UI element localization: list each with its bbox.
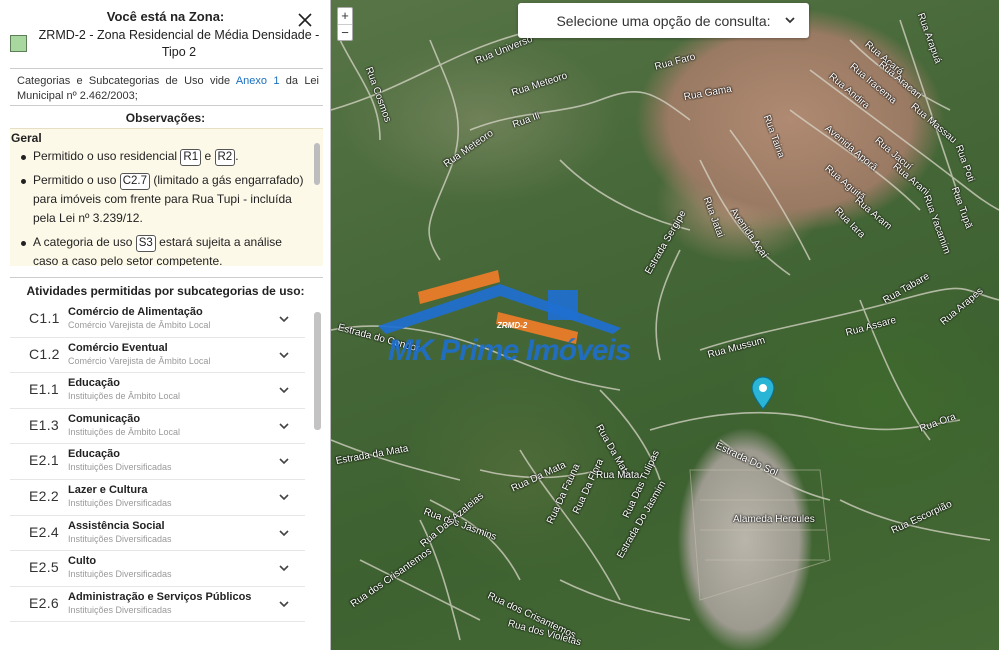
watermark-text: MK Prime Imóveis xyxy=(388,334,631,367)
observations-box[interactable]: Geral Permitido o uso residencial R1 e R… xyxy=(10,128,323,266)
observation-text: e xyxy=(204,149,212,163)
activity-name: Educação xyxy=(68,448,120,461)
chevron-down-icon[interactable] xyxy=(278,315,290,324)
activity-name: Educação xyxy=(68,377,120,390)
activity-code: E2.4 xyxy=(29,523,59,540)
activity-name: Culto xyxy=(68,555,97,568)
activity-code: E2.2 xyxy=(29,487,59,504)
categories-note: Categorias e Subcategorias de Uso vide A… xyxy=(17,74,319,104)
activities-scrollbar[interactable] xyxy=(314,310,321,635)
observations-title: Observações: xyxy=(125,111,206,125)
activity-name: Comércio Eventual xyxy=(68,341,168,354)
activity-code: E1.3 xyxy=(29,416,59,433)
activity-row[interactable]: E2.5 Culto Instituições Diversificadas xyxy=(10,551,305,587)
chevron-down-icon[interactable] xyxy=(278,422,290,431)
observation-text: A categoria de uso xyxy=(33,235,133,249)
activity-subcategory: Instituições de Âmbito Local xyxy=(68,426,181,437)
activity-code: E2.6 xyxy=(29,594,59,611)
use-category-chip: S3 xyxy=(135,235,156,252)
activity-row[interactable]: E2.4 Assistência Social Instituições Diver… xyxy=(10,516,305,552)
close-icon[interactable] xyxy=(297,12,313,28)
activity-row[interactable]: E1.3 Comunicação Instituições de Âmbito Lo… xyxy=(10,409,305,445)
observations-group-title: Geral xyxy=(11,131,42,145)
zone-title: Você está na Zona: xyxy=(106,9,225,24)
activity-row[interactable]: E2.1 Educação Instituições Diversificadas xyxy=(10,444,305,480)
divider xyxy=(10,277,323,278)
chevron-down-icon[interactable] xyxy=(278,564,290,573)
chevron-down-icon[interactable] xyxy=(278,600,290,609)
activity-name: Lazer e Cultura xyxy=(68,483,148,496)
use-category-chip: C2.7 xyxy=(119,173,151,190)
observations-list: Permitido o uso residencial R1 e R2. Per… xyxy=(20,147,310,266)
chevron-down-icon[interactable] xyxy=(278,529,290,538)
activity-row[interactable]: C1.1 Comércio de Alimentação Comércio Vare… xyxy=(10,302,305,338)
observation-text: Permitido o uso residencial xyxy=(33,149,178,163)
observation-item: Permitido o uso residencial R1 e R2. xyxy=(20,147,310,166)
activity-code: E2.5 xyxy=(29,559,59,576)
location-pin-icon[interactable] xyxy=(751,376,775,410)
activity-row[interactable]: C1.2 Comércio Eventual Comércio Varejista … xyxy=(10,338,305,374)
observation-item: A categoria de uso S3 estará sujeita a a… xyxy=(20,233,310,266)
chevron-down-icon xyxy=(785,17,795,24)
activity-code: E1.1 xyxy=(29,381,59,398)
zone-color-swatch xyxy=(10,35,27,52)
zone-name: ZRMD-2 - Zona Residencial de Média Densi… xyxy=(38,28,320,59)
observation-text: . xyxy=(235,149,239,163)
chevron-down-icon[interactable] xyxy=(278,386,290,395)
chevron-down-icon[interactable] xyxy=(278,351,290,360)
activity-subcategory: Instituições Diversificadas xyxy=(68,604,172,615)
annex-link[interactable]: Anexo 1 xyxy=(236,75,280,87)
activity-name: Assistência Social xyxy=(68,519,165,532)
activity-subcategory: Instituições de Âmbito Local xyxy=(68,391,181,402)
zone-info-panel: Você está na Zona: ZRMD-2 - Zona Residen… xyxy=(0,0,331,650)
watermark-zone-label: ZRMD-2 xyxy=(497,321,528,330)
use-category-chip: R1 xyxy=(180,149,202,166)
activity-code: C1.1 xyxy=(29,310,60,326)
observation-text: Permitido o uso xyxy=(33,173,117,187)
categories-prefix: Categorias e Subcategorias de Uso vide xyxy=(17,75,231,87)
activity-subcategory: Instituições Diversificadas xyxy=(68,497,172,508)
road-label: Rua Mata xyxy=(596,470,640,481)
activity-name: Administração e Serviços Públicos xyxy=(68,590,252,603)
activity-row[interactable]: E2.6 Administração e Serviços Públicos Ins… xyxy=(10,587,305,623)
activities-title: Atividades permitidas por subcategorias … xyxy=(26,284,305,298)
zoom-in-button[interactable]: + xyxy=(338,8,352,24)
activity-subcategory: Comércio Varejista de Âmbito Local xyxy=(68,355,211,366)
consult-select-label: Selecione uma opção de consulta: xyxy=(556,12,771,29)
observations-scrollbar[interactable] xyxy=(314,133,320,263)
activities-list[interactable]: C1.1 Comércio de Alimentação Comércio Vare… xyxy=(10,302,305,632)
activity-code: C1.2 xyxy=(29,345,60,362)
chevron-down-icon[interactable] xyxy=(278,457,290,466)
consult-select[interactable]: Selecione uma opção de consulta: xyxy=(518,3,809,38)
activity-row[interactable]: E1.1 Educação Instituições de Âmbito Local xyxy=(10,373,305,409)
observation-item: Permitido o uso C2.7 (limitado a gás eng… xyxy=(20,171,310,228)
activity-name: Comunicação xyxy=(68,412,141,425)
activity-name: Comércio de Alimentação xyxy=(68,306,203,318)
activity-subcategory: Comércio Varejista de Âmbito Local xyxy=(68,320,211,330)
zoom-out-button[interactable]: − xyxy=(338,24,352,40)
activity-subcategory: Instituições Diversificadas xyxy=(68,569,172,580)
zoom-control: + − xyxy=(337,7,353,41)
divider xyxy=(10,68,323,69)
use-category-chip: R2 xyxy=(214,149,236,166)
activity-row[interactable]: E2.2 Lazer e Cultura Instituições Diversif… xyxy=(10,480,305,516)
activity-code: E2.1 xyxy=(29,452,59,469)
activity-subcategory: Instituições Diversificadas xyxy=(68,533,172,544)
activity-subcategory: Instituições Diversificadas xyxy=(68,462,172,473)
chevron-down-icon[interactable] xyxy=(278,493,290,502)
divider xyxy=(10,105,323,106)
road-label: Alameda Hercules xyxy=(733,514,815,525)
